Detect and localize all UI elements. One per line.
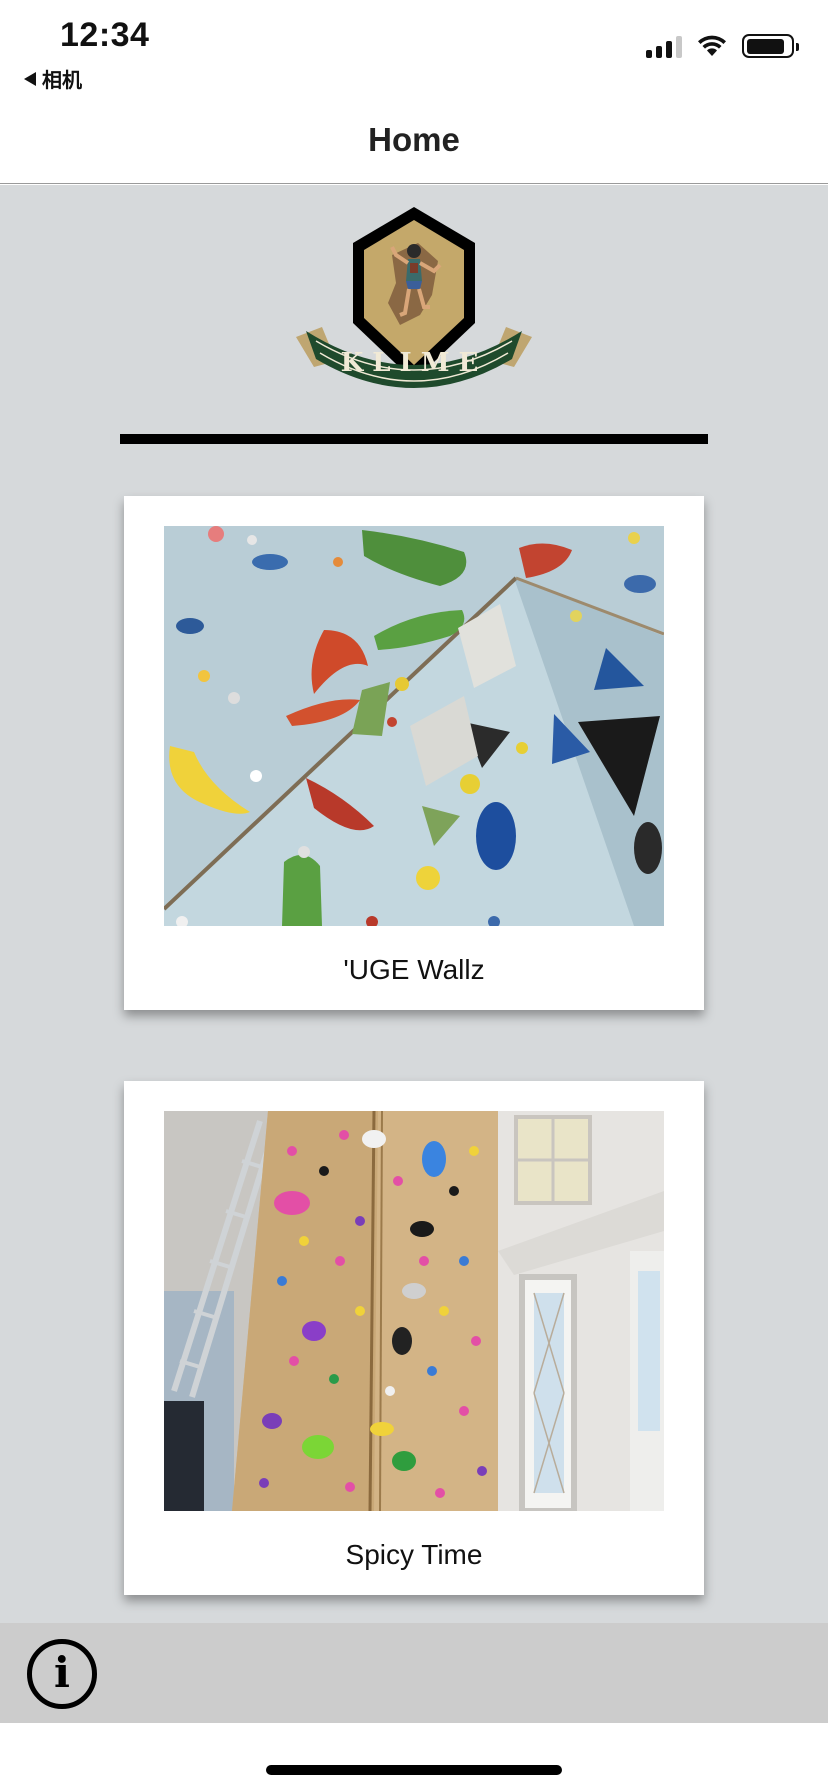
wifi-icon [698, 35, 726, 56]
battery-icon [742, 34, 799, 58]
wall-photo[interactable] [164, 1111, 664, 1511]
wall-photo[interactable] [164, 526, 664, 926]
info-button[interactable]: i [27, 1639, 97, 1709]
wall-card[interactable]: 'UGE Wallz [124, 496, 704, 1010]
logo-text: KLIME [341, 348, 488, 378]
bottom-toolbar: i [0, 1623, 828, 1723]
cellular-signal-icon [646, 34, 682, 58]
back-app-label: 相机 [42, 70, 82, 92]
home-indicator-area [0, 1723, 828, 1792]
divider-line [120, 434, 708, 444]
status-time: 12:34 [60, 16, 150, 54]
home-indicator[interactable] [266, 1765, 562, 1775]
navigation-bar: Home [0, 96, 828, 184]
status-icons [646, 34, 799, 58]
wall-title: 'UGE Wallz [343, 954, 485, 985]
content-area[interactable]: KLIME 'UGE Wallz Spicy Time [0, 185, 828, 1623]
back-to-app-link[interactable]: 相机 [24, 64, 82, 93]
page-title: Home [368, 120, 460, 158]
back-triangle-icon [24, 71, 36, 86]
status-bar: 12:34 相机 [0, 0, 828, 96]
wall-title: Spicy Time [345, 1539, 483, 1570]
wall-card[interactable]: Spicy Time [124, 1081, 704, 1595]
klime-logo: KLIME [296, 207, 532, 388]
info-icon: i [54, 1648, 70, 1697]
